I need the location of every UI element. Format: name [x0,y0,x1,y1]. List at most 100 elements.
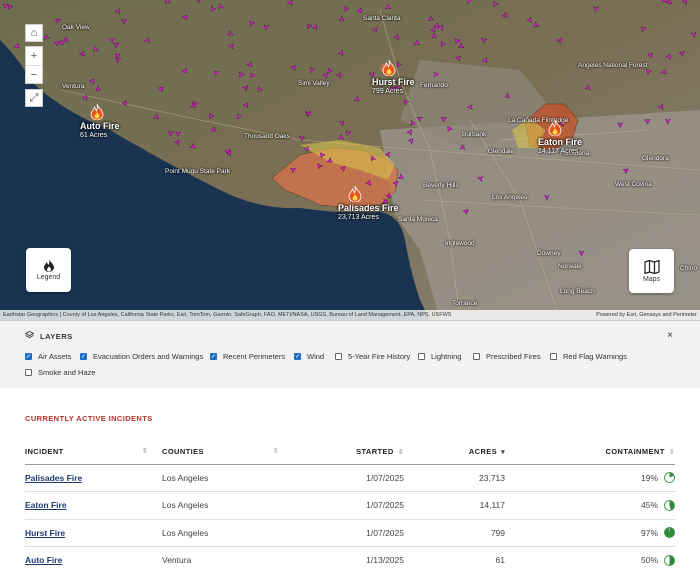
place-label: Chino [680,265,697,272]
layer-toggle[interactable]: Red Flag Warnings [550,352,627,361]
place-label: Simi Valley [298,80,330,87]
place-label: Long Beach [560,288,595,295]
fire-marker-icon[interactable] [90,103,104,121]
home-icon: ⌂ [30,27,38,39]
map-attribution: Earthstar Geographics | County of Los An… [0,310,700,320]
zoom-out-button[interactable]: − [26,65,42,83]
place-label: Fernando [420,82,448,89]
layer-toggle[interactable]: Prescribed Fires [473,352,541,361]
layer-label: Smoke and Haze [38,368,96,377]
fire-acres-label: 23,713 Acres [338,214,379,221]
layer-toggle[interactable]: ✓ Wind [294,352,324,361]
layers-icon [24,330,35,341]
containment-pie-icon [664,472,675,484]
table-row: Auto Fire Ventura 1/13/2025 61 50% [25,546,675,570]
incident-link[interactable]: Eaton Fire [25,491,162,520]
county-cell: Los Angeles [162,491,281,520]
containment-pie-icon [664,527,675,539]
incidents-table: INCIDENT ⇕ COUNTIES ⇕ STARTED ⇕ ACRES ▾ CONT… [25,440,675,570]
zoom-in-button[interactable]: + [26,47,42,65]
fire-name-label[interactable]: Auto Fire [80,121,120,131]
layer-toggle[interactable]: 5-Year Fire History [335,352,410,361]
place-label: Glendale [488,148,515,155]
column-header-acres[interactable]: ACRES ▾ [404,440,505,465]
checkbox-unchecked[interactable] [335,353,342,360]
layer-toggle[interactable]: ✓ Recent Perimeters [210,352,285,361]
started-cell: 1/13/2025 [281,546,404,570]
layer-label: Air Assets [38,352,72,361]
layer-toggle[interactable]: ✓ Evacuation Orders and Warnings [80,352,203,361]
checkbox-unchecked[interactable] [418,353,425,360]
sort-icon: ⇕ [272,448,279,456]
checkbox-checked[interactable]: ✓ [210,353,217,360]
home-button[interactable]: ⌂ [25,24,43,42]
zoom-controls: + − [25,46,43,84]
containment-cell: 97% [505,519,675,547]
column-header-started[interactable]: STARTED ⇕ [281,440,404,465]
checkbox-checked[interactable]: ✓ [80,353,87,360]
fire-name-label[interactable]: Palisades Fire [338,203,399,213]
fire-marker-icon[interactable] [348,185,362,203]
place-label: Burbank [462,131,487,138]
acres-cell: 14,117 [404,491,505,520]
acres-cell: 799 [404,519,505,547]
place-label: Downey [537,250,561,257]
checkbox-unchecked[interactable] [25,369,32,376]
layers-panel: LAYERS × ✓ Air Assets ✓ Evacuation Orders a… [0,320,700,388]
started-cell: 1/07/2025 [281,519,404,547]
layer-label: Recent Perimeters [223,352,286,361]
close-icon[interactable]: × [667,330,673,341]
layer-toggle[interactable]: Lightning [418,352,461,361]
containment-percent: 50% [640,555,658,566]
maps-label: Maps [642,275,661,283]
fullscreen-button[interactable]: ⤢ [25,89,43,107]
column-header-containment[interactable]: CONTAINMENT ⇕ [505,440,675,465]
attribution-left: Earthstar Geographics | County of Los An… [3,312,452,318]
containment-cell: 45% [505,491,675,520]
checkbox-checked[interactable]: ✓ [294,353,301,360]
checkbox-unchecked[interactable] [550,353,557,360]
layers-header[interactable]: LAYERS [24,330,73,341]
place-label: West Covina [615,181,652,188]
layer-label: Lightning [431,352,462,361]
incident-link[interactable]: Palisades Fire [25,464,162,492]
table-header-row: INCIDENT ⇕ COUNTIES ⇕ STARTED ⇕ ACRES ▾ CONT… [25,440,675,465]
fire-marker-icon[interactable] [382,59,396,77]
table-row: Palisades Fire Los Angeles 1/07/2025 23,… [25,464,675,492]
maps-button[interactable]: Maps [629,249,674,293]
layer-label: Red Flag Warnings [563,352,627,361]
checkbox-unchecked[interactable] [473,353,480,360]
checkbox-checked[interactable]: ✓ [25,353,32,360]
fire-name-label[interactable]: Eaton Fire [538,137,582,147]
place-label: Torrance [452,300,478,307]
containment-pie-icon [664,554,675,566]
column-header-counties[interactable]: COUNTIES ⇕ [162,440,281,465]
table-row: Hurst Fire Los Angeles 1/07/2025 799 97% [25,519,675,547]
column-header-incident[interactable]: INCIDENT ⇕ [25,440,162,465]
fire-name-label[interactable]: Hurst Fire [372,77,415,87]
incident-link[interactable]: Auto Fire [25,546,162,570]
layer-label: 5-Year Fire History [348,352,411,361]
map-basemap [0,0,700,320]
containment-percent: 45% [640,500,658,511]
fire-marker-icon[interactable] [548,119,562,137]
place-label: Oak View [62,24,90,31]
incident-link[interactable]: Hurst Fire [25,519,162,547]
containment-cell: 19% [505,464,675,492]
acres-cell: 23,713 [404,464,505,492]
place-label: Inglewood [445,240,475,247]
layer-toggle[interactable]: Smoke and Haze [25,368,96,377]
layer-label: Evacuation Orders and Warnings [93,352,204,361]
layer-label: Wind [307,352,325,361]
legend-button[interactable]: Legend [26,248,71,292]
layer-toggle[interactable]: ✓ Air Assets [25,352,71,361]
active-incidents-section: CURRENTLY ACTIVE INCIDENTS INCIDENT ⇕ COU… [25,388,675,570]
attribution-right[interactable]: Powered by Esri, Genasys and Perimeter [596,312,697,318]
containment-cell: 50% [505,546,675,570]
table-row: Eaton Fire Los Angeles 1/07/2025 14,117 … [25,491,675,520]
place-label: Santa Monica [398,216,438,223]
fire-map[interactable]: Santa Clarita Oak View Simi Valley Ventura T… [0,0,700,320]
fire-acres-label: 61 Acres [80,132,108,139]
place-label: Thousand Oaks [244,133,290,140]
place-label: Norwalk [558,263,582,270]
